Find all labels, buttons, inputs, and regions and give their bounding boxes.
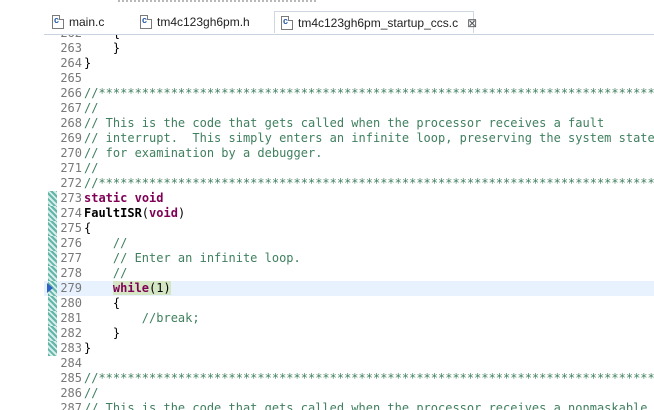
line-number: 271 — [60, 161, 82, 175]
line-number: 267 — [60, 101, 82, 115]
left-gutter — [0, 34, 44, 409]
line-number: 269 — [60, 131, 82, 145]
code-text: { — [84, 35, 120, 41]
code-line: 277 // Enter an infinite loop. — [44, 251, 654, 266]
line-number: 284 — [60, 356, 82, 370]
code-line: 273 static void — [44, 191, 654, 206]
tab-label: tm4c123gh6pm.h — [157, 15, 250, 29]
code-text: // — [84, 236, 128, 250]
code-line: 282 } — [44, 326, 654, 341]
code-line: 263 } — [44, 41, 654, 56]
code-line: 272//***********************************… — [44, 176, 654, 191]
change-marker — [48, 266, 57, 281]
c-file-icon — [281, 15, 293, 30]
line-number: 268 — [60, 116, 82, 130]
code-line: 270// for examination by a debugger. — [44, 146, 654, 161]
code-text: // — [84, 101, 99, 115]
change-marker — [48, 311, 57, 326]
code-text: { — [84, 221, 92, 235]
h-file-icon — [140, 15, 152, 29]
tab-main-c[interactable]: main.c — [46, 11, 128, 33]
tab-startup-ccs-c[interactable]: tm4c123gh6pm_startup_ccs.c ⊠ — [274, 11, 477, 33]
line-number: 285 — [60, 371, 82, 385]
line-number: 275 — [60, 221, 82, 235]
code-text: //**************************************… — [84, 86, 654, 100]
code-line: 271// — [44, 161, 654, 176]
line-number: 273 — [60, 191, 82, 205]
tab-tm4c123gh6pm-h[interactable]: tm4c123gh6pm.h — [134, 11, 266, 33]
line-number: 286 — [60, 386, 82, 400]
tab-label: tm4c123gh6pm_startup_ccs.c — [298, 15, 459, 30]
code-line: 269// interrupt. This simply enters an i… — [44, 131, 654, 146]
code-line: 285//***********************************… — [44, 371, 654, 386]
close-icon[interactable]: ⊠ — [467, 16, 477, 30]
code-text: FaultISR(void) — [84, 206, 186, 220]
code-text: // — [84, 266, 128, 280]
line-number: 280 — [60, 296, 82, 310]
code-text: } — [84, 41, 121, 55]
code-line: 286// — [44, 386, 654, 401]
tab-label: main.c — [69, 15, 105, 29]
code-text: } — [84, 341, 92, 355]
code-line: 264} — [44, 56, 654, 71]
change-marker — [48, 191, 57, 206]
line-number: 278 — [60, 266, 82, 280]
code-text: //**************************************… — [84, 176, 654, 190]
c-file-icon — [52, 15, 64, 29]
line-number: 264 — [60, 56, 82, 70]
change-marker — [48, 341, 57, 356]
code-line: 284 — [44, 356, 654, 371]
line-number: 277 — [60, 251, 82, 265]
editor-tab-bar: main.c tm4c123gh6pm.h tm4c123gh6pm_start… — [44, 8, 654, 34]
current-instruction-pointer-icon — [47, 283, 53, 293]
code-line: 265 — [44, 71, 654, 86]
code-line: 280 { — [44, 296, 654, 311]
code-text: // — [84, 161, 99, 175]
code-line: 279 while(1) — [44, 281, 654, 296]
code-text: // for examination by a debugger. — [84, 146, 323, 160]
code-line: 266//***********************************… — [44, 86, 654, 101]
code-text: { — [84, 296, 121, 310]
change-marker — [48, 206, 57, 221]
code-text: // interrupt. This simply enters an infi… — [84, 131, 654, 145]
line-number: 263 — [60, 41, 82, 55]
code-text: } — [84, 56, 92, 70]
line-number: 276 — [60, 236, 82, 250]
line-number: 282 — [60, 326, 82, 340]
code-line: 278 // — [44, 266, 654, 281]
line-number: 281 — [60, 311, 82, 325]
line-number: 274 — [60, 206, 82, 220]
code-line: 283} — [44, 341, 654, 356]
change-marker — [48, 296, 57, 311]
code-line: 262 { — [44, 35, 654, 41]
line-number: 262 — [58, 35, 82, 41]
code-text: //**************************************… — [84, 371, 654, 385]
line-number: 270 — [60, 146, 82, 160]
code-text: // This is the code that gets called whe… — [84, 116, 605, 130]
change-marker — [48, 251, 57, 266]
code-line: 267// — [44, 101, 654, 116]
line-number: 272 — [60, 176, 82, 190]
clipped-text-fragment — [118, 0, 318, 2]
code-line: 275{ — [44, 221, 654, 236]
code-line: 268// This is the code that gets called … — [44, 116, 654, 131]
code-text: while(1) — [112, 281, 171, 295]
line-number: 283 — [60, 341, 82, 355]
code-text: //break; — [84, 311, 200, 325]
code-text: } — [84, 326, 121, 340]
line-number: 266 — [60, 86, 82, 100]
change-marker — [48, 326, 57, 341]
line-number: 279 — [60, 281, 82, 295]
line-number: 265 — [60, 71, 82, 85]
code-line: 281 //break; — [44, 311, 654, 326]
code-line: 276 // — [44, 236, 654, 251]
code-text: // Enter an infinite loop. — [84, 251, 301, 265]
top-strip — [0, 0, 654, 8]
change-marker — [48, 221, 57, 236]
code-editor[interactable]: 262 {263 }264}265266//******************… — [44, 34, 654, 410]
change-marker — [48, 236, 57, 251]
code-text: // — [84, 386, 99, 400]
code-text: static void — [84, 191, 164, 205]
code-line: 274 FaultISR(void) — [44, 206, 654, 221]
